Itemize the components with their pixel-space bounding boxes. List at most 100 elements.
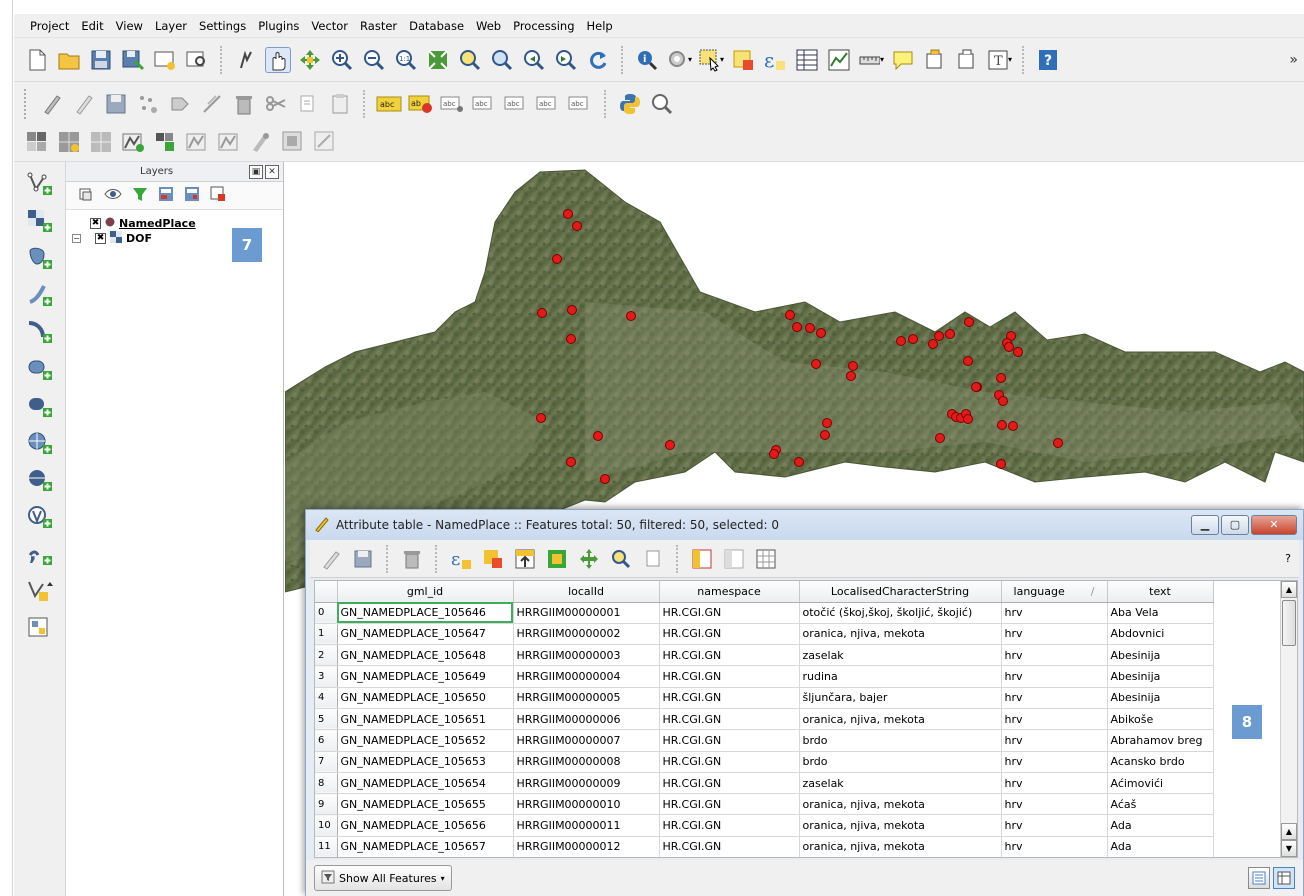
column-header[interactable]: localId — [513, 581, 660, 603]
invert-selection-icon[interactable] — [544, 546, 570, 572]
table-cell[interactable]: hrv — [1001, 665, 1108, 688]
map-feature-point[interactable] — [964, 317, 974, 327]
table-cell[interactable]: HR.CGI.GN — [659, 644, 800, 667]
table-cell[interactable]: HRRGIIM00000002 — [513, 623, 660, 646]
raster-info-icon[interactable] — [88, 129, 114, 155]
python-console-icon[interactable] — [617, 91, 643, 117]
identify-features-icon[interactable]: i — [634, 47, 660, 73]
menu-database[interactable]: Database — [403, 19, 470, 33]
table-cell[interactable]: HRRGIIM00000012 — [513, 836, 660, 857]
map-tips-icon[interactable] — [890, 47, 916, 73]
composer-manager-icon[interactable] — [184, 47, 210, 73]
table-cell[interactable]: GN_NAMEDPLACE_105652 — [337, 729, 514, 752]
table-cell[interactable]: Abdovnici — [1107, 623, 1214, 646]
open-project-icon[interactable] — [56, 47, 82, 73]
text-annotation-icon[interactable]: T ▾ — [986, 47, 1012, 73]
add-vector-layer-icon[interactable] — [25, 170, 55, 198]
row-number[interactable]: 3 — [315, 665, 338, 688]
table-cell[interactable]: zaselak — [799, 644, 1002, 667]
table-cell[interactable]: GN_NAMEDPLACE_105651 — [337, 708, 514, 731]
table-cell[interactable]: oranica, njiva, mekota — [799, 814, 1002, 837]
table-cell[interactable]: GN_NAMEDPLACE_105653 — [337, 751, 514, 773]
column-header[interactable]: gml_id — [337, 581, 514, 603]
table-cell[interactable]: HRRGIIM00000006 — [513, 708, 660, 731]
table-cell[interactable]: Acansko brdo — [1107, 751, 1214, 773]
show-all-features-button[interactable]: Show All Features ▾ — [314, 865, 452, 891]
label-rotate-icon[interactable]: abc — [536, 91, 562, 117]
layer-visibility-checkbox[interactable]: ✖ — [95, 233, 106, 244]
pan-to-selected-icon[interactable] — [576, 546, 602, 572]
table-cell[interactable]: hrv — [1001, 772, 1108, 795]
maximize-window-button[interactable]: ▢ — [1221, 515, 1249, 535]
table-cell[interactable]: Abrahamov breg — [1107, 729, 1214, 752]
menu-processing[interactable]: Processing — [507, 19, 580, 33]
collapse-toggle[interactable]: − — [72, 234, 81, 243]
table-row[interactable]: 10 GN_NAMEDPLACE_105656 HRRGIIM00000011 HR.… — [315, 814, 1214, 837]
raster-calc-icon[interactable] — [24, 129, 50, 155]
table-row[interactable]: 5 GN_NAMEDPLACE_105651 HRRGIIM00000006 HR.C… — [315, 708, 1214, 731]
vector-split-icon[interactable] — [184, 129, 210, 155]
map-feature-point[interactable] — [794, 457, 804, 467]
row-number[interactable]: 7 — [315, 751, 338, 773]
row-number[interactable]: 9 — [315, 793, 338, 816]
table-row[interactable]: 1 GN_NAMEDPLACE_105647 HRRGIIM00000002 HR.C… — [315, 623, 1214, 646]
map-feature-point[interactable] — [945, 329, 955, 339]
map-feature-point[interactable] — [572, 221, 582, 231]
map-feature-point[interactable] — [566, 334, 576, 344]
attribute-table-titlebar[interactable]: Attribute table - NamedPlace :: Features… — [306, 510, 1303, 540]
new-vector-layer-icon[interactable] — [25, 577, 55, 605]
row-number[interactable]: 4 — [315, 687, 338, 709]
touch-zoom-icon[interactable] — [233, 47, 259, 73]
measure-line-icon[interactable]: ▾ — [858, 47, 884, 73]
table-cell[interactable]: Aba Vela — [1107, 602, 1214, 624]
close-panel-button[interactable]: ✕ — [265, 164, 279, 179]
row-number[interactable]: 8 — [315, 772, 338, 795]
add-raster-layer-icon[interactable] — [25, 207, 55, 235]
raster-align-icon[interactable] — [56, 129, 82, 155]
expand-all-icon[interactable] — [158, 186, 174, 205]
new-shapefile-layer-icon[interactable] — [25, 614, 55, 642]
raster-warp-icon[interactable] — [312, 129, 338, 155]
new-print-composer-icon[interactable] — [152, 47, 178, 73]
row-number[interactable]: 2 — [315, 644, 338, 667]
map-feature-point[interactable] — [997, 420, 1007, 430]
table-cell[interactable]: hrv — [1001, 793, 1108, 816]
menu-plugins[interactable]: Plugins — [252, 19, 305, 33]
table-cell[interactable]: oranica, njiva, mekota — [799, 623, 1002, 646]
table-cell[interactable]: Abesinija — [1107, 644, 1214, 667]
map-feature-point[interactable] — [537, 308, 547, 318]
row-number[interactable]: 11 — [315, 836, 338, 857]
statistical-summary-icon[interactable] — [826, 47, 852, 73]
row-number[interactable]: 5 — [315, 708, 338, 731]
table-cell[interactable]: zaselak — [799, 772, 1002, 795]
vector-simplify-icon[interactable] — [216, 129, 242, 155]
refresh-icon[interactable] — [585, 47, 611, 73]
select-by-expression-icon[interactable]: ε — [762, 47, 788, 73]
table-row[interactable]: 11 GN_NAMEDPLACE_105657 HRRGIIM00000012 HR.… — [315, 836, 1214, 857]
scroll-up-button[interactable]: ▲ — [1281, 581, 1297, 598]
map-feature-point[interactable] — [963, 414, 973, 424]
table-cell[interactable]: rudina — [799, 665, 1002, 688]
zoom-to-selection-icon[interactable] — [457, 47, 483, 73]
column-header[interactable]: text — [1107, 581, 1214, 603]
label-pin-icon[interactable]: abc — [440, 91, 466, 117]
scroll-up-button[interactable]: ▲ — [1281, 823, 1297, 840]
table-cell[interactable]: Ada — [1107, 836, 1214, 857]
map-feature-point[interactable] — [552, 254, 562, 264]
menu-edit[interactable]: Edit — [75, 19, 109, 33]
map-feature-point[interactable] — [848, 361, 858, 371]
table-cell[interactable]: HR.CGI.GN — [659, 751, 800, 773]
menu-settings[interactable]: Settings — [193, 19, 252, 33]
scrollbar-thumb[interactable] — [1282, 600, 1296, 646]
zoom-last-icon[interactable] — [521, 47, 547, 73]
table-cell[interactable]: oranica, njiva, mekota — [799, 708, 1002, 731]
table-cell[interactable]: HRRGIIM00000005 — [513, 687, 660, 709]
table-cell[interactable]: HRRGIIM00000010 — [513, 793, 660, 816]
current-edits-icon[interactable] — [39, 91, 65, 117]
map-feature-point[interactable] — [593, 431, 603, 441]
table-cell[interactable]: brdo — [799, 751, 1002, 773]
map-feature-point[interactable] — [566, 457, 576, 467]
map-feature-point[interactable] — [792, 322, 802, 332]
map-feature-point[interactable] — [600, 474, 610, 484]
table-cell[interactable]: GN_NAMEDPLACE_105646 — [337, 602, 514, 624]
